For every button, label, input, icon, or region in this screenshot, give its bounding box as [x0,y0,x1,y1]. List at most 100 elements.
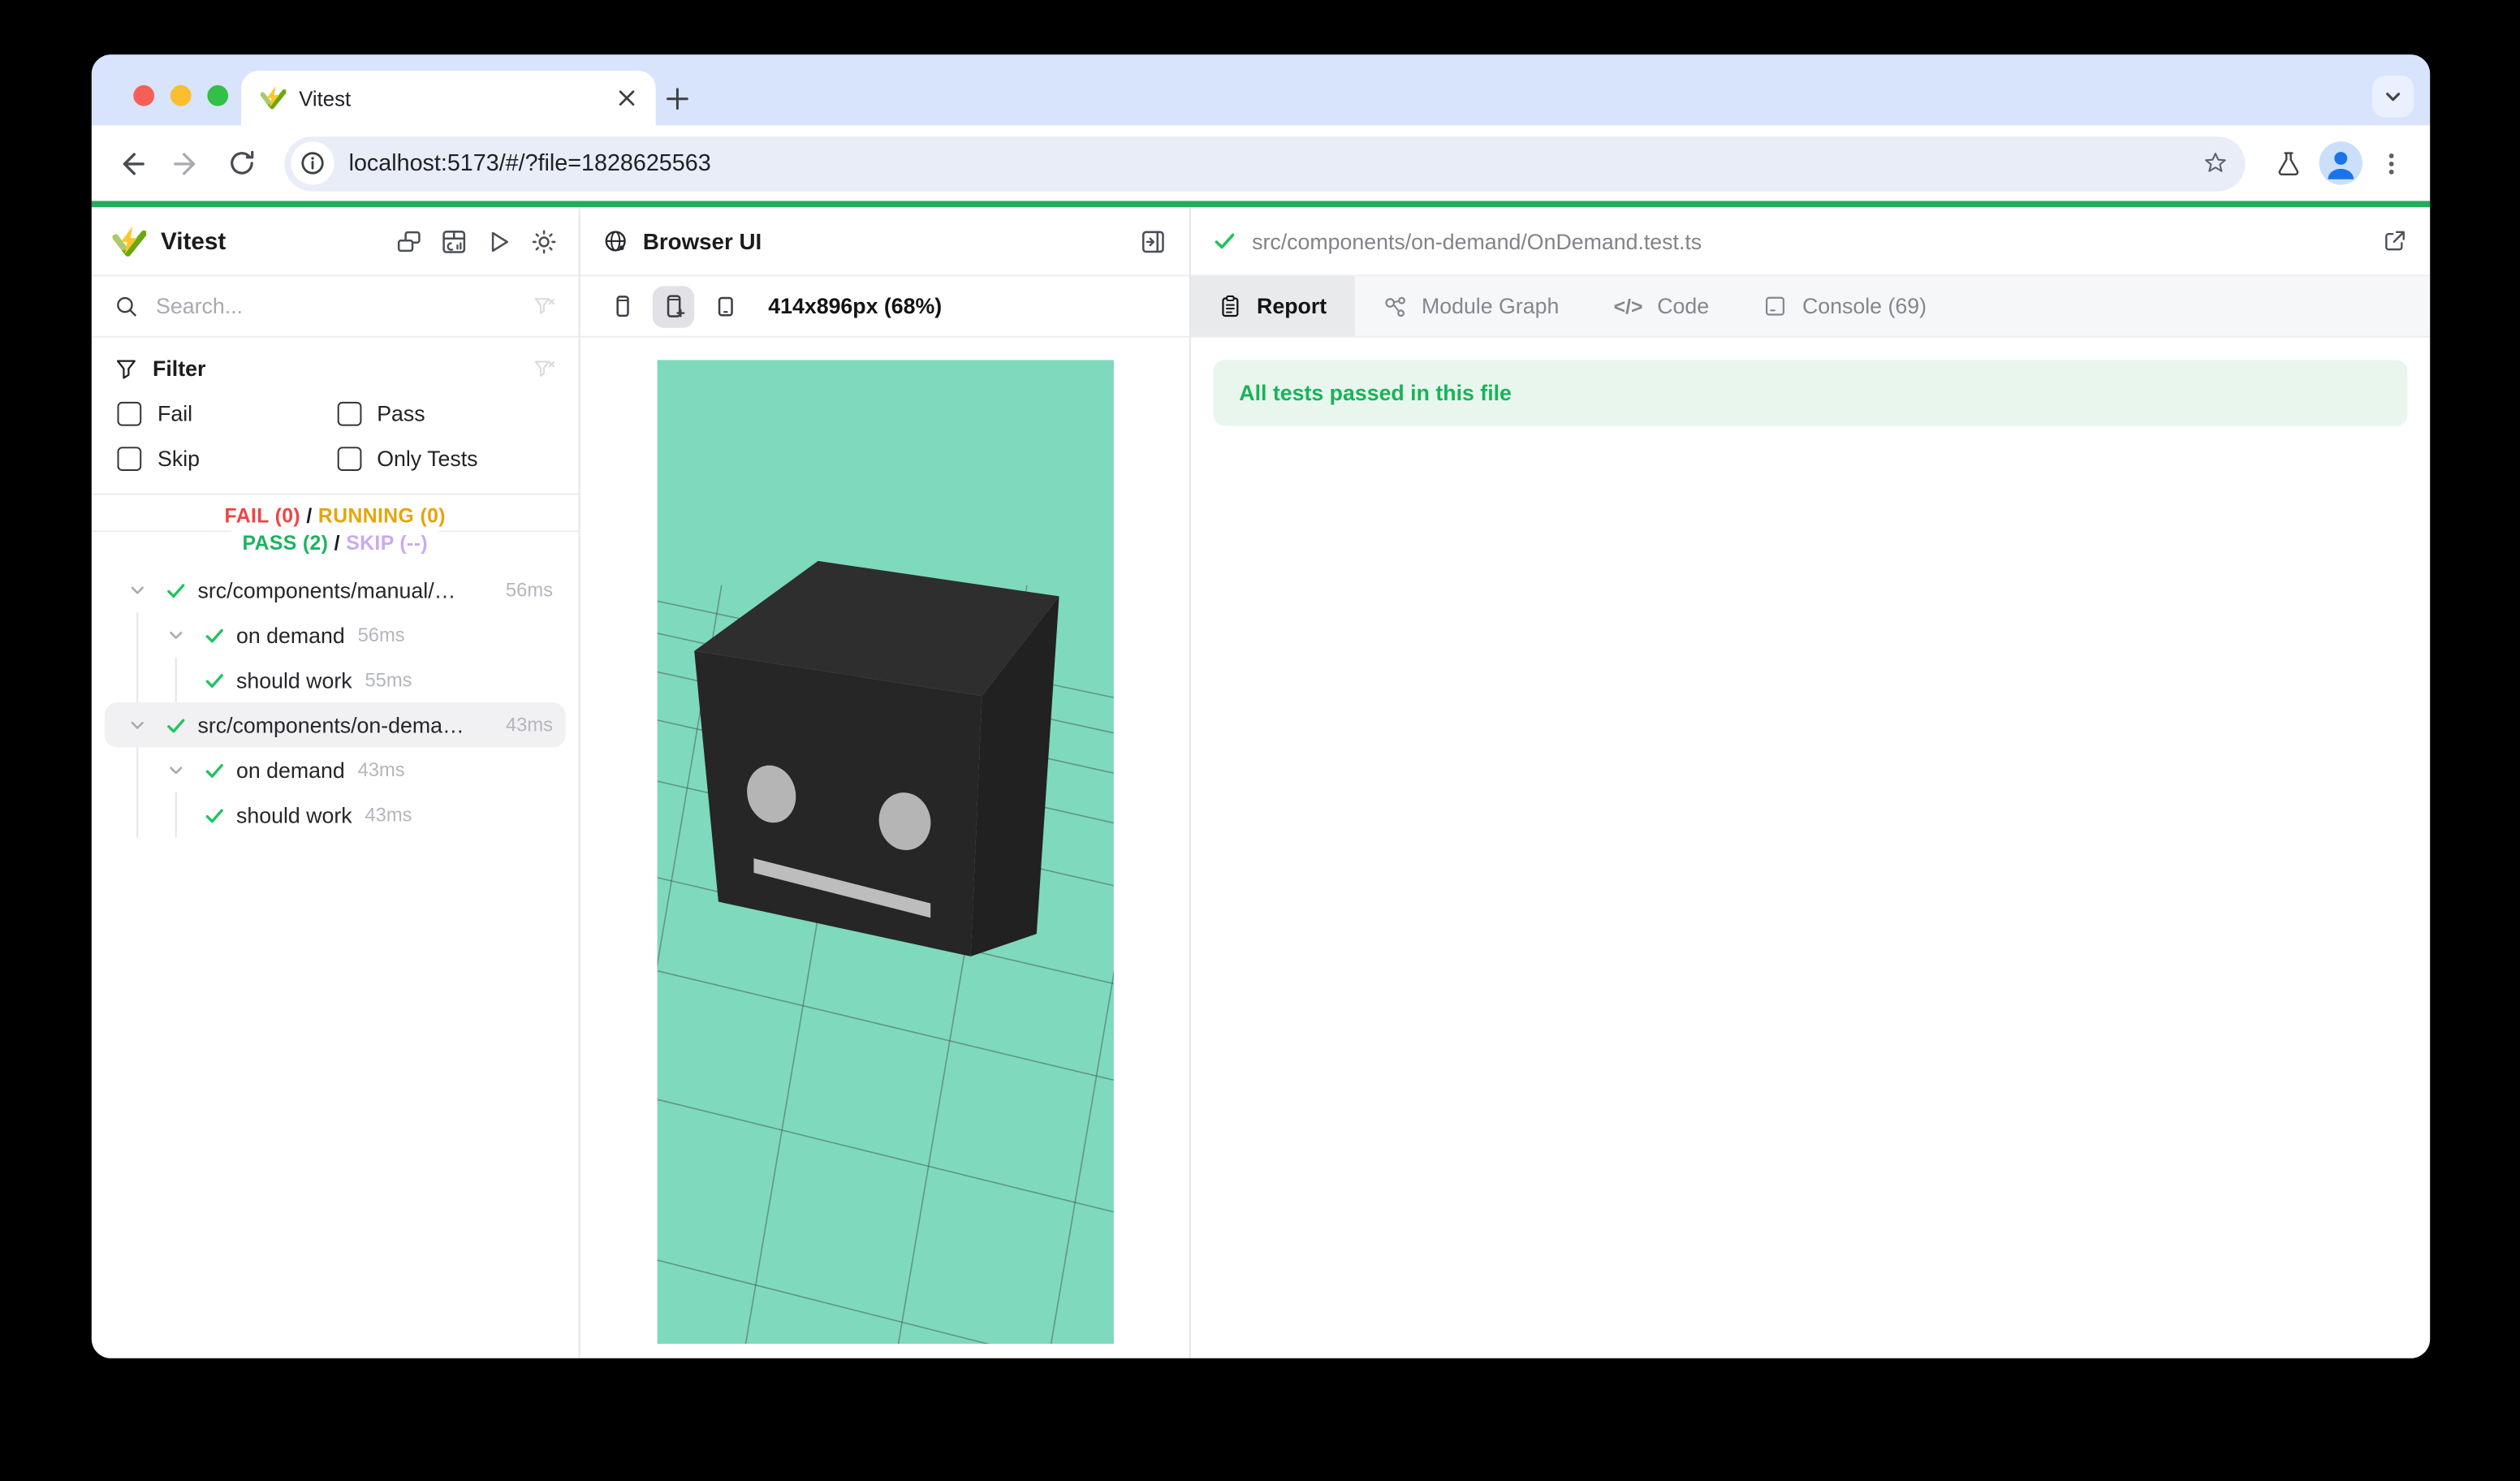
device-toolbar: 414x896px (68%) [580,276,1189,337]
preview-title: Browser UI [643,228,1125,254]
preview-body [580,338,1189,1358]
sidebar-header: Vitest [92,207,579,276]
pass-check-icon [195,792,234,837]
indent-guide [175,658,176,702]
windows-cascade-icon[interactable] [395,227,423,255]
code-icon: </> [1614,295,1643,317]
profile-avatar[interactable] [2319,141,2362,184]
pass-check-icon [1214,230,1236,253]
browser-window: Vitest [92,54,2430,1358]
url-bar[interactable]: localhost:5173/#/?file=1828625563 [284,136,2245,190]
viewport-size-label: 414x896px (68%) [768,294,942,318]
filter-title: Filter [153,356,205,381]
tested-app-canvas[interactable] [657,360,1113,1344]
pass-check-icon [195,748,234,792]
browser-preview-panel: Browser UI 414x896px (68%) [580,207,1191,1358]
filter-options: Fail Pass Skip Only Tests [114,402,556,471]
tab-title: Vitest [299,86,604,110]
filter-checkbox-only-tests[interactable]: Only Tests [337,447,556,471]
tree-row-suite[interactable]: on demand 56ms [105,612,566,657]
checkbox-icon[interactable] [337,447,361,471]
theme-sun-icon[interactable] [530,227,558,255]
clipboard-icon [1219,294,1243,318]
pass-check-icon [156,702,195,747]
device-tablet-button[interactable] [704,285,745,326]
clear-filter-icon[interactable] [532,356,556,381]
search-input[interactable] [153,292,517,320]
summary-line-1: FAIL (0) / RUNNING (0) [214,503,457,531]
device-phone-plus-button[interactable] [653,285,694,326]
bookmark-star-icon[interactable] [2192,140,2237,185]
site-info-icon[interactable] [291,141,334,184]
checkbox-icon[interactable] [118,402,142,426]
funnel-icon [114,356,139,381]
run-all-play-icon[interactable] [485,227,513,255]
preview-header: Browser UI [580,207,1189,276]
tab-code[interactable]: </> Code [1586,276,1737,335]
indent-guide [175,792,176,837]
chevron-down-icon[interactable] [118,568,157,612]
sidebar: Vitest [92,207,580,1358]
pass-check-icon [156,568,195,612]
summary-line-2: PASS (2) / SKIP (--) [231,530,439,558]
module-graph-icon [1381,293,1407,319]
page-accent-bar [92,201,2430,207]
results-panel: src/components/on-demand/OnDemand.test.t… [1191,207,2430,1358]
tree-row-suite[interactable]: on demand 43ms [105,748,566,792]
indent-guide [136,748,137,792]
filter-section: Filter Fail Pass Skip Only Tests [92,338,579,495]
chevron-down-icon[interactable] [156,748,195,792]
test-tree: src/components/manual/… 56ms on demand 5… [92,558,579,1358]
search-row [92,276,579,337]
filter-checkbox-fail[interactable]: Fail [118,402,337,426]
screen: Vitest [0,0,2520,1480]
tab-report[interactable]: Report [1191,276,1354,335]
console-icon [1763,294,1788,318]
forward-icon[interactable] [162,139,210,187]
open-external-icon[interactable] [2382,228,2408,254]
tab-module-graph[interactable]: Module Graph [1354,276,1586,335]
threejs-scene [657,360,1113,1344]
tab-strip: Vitest [92,54,2430,125]
tree-row-test[interactable]: should work 43ms [105,792,566,837]
back-icon[interactable] [108,139,156,187]
close-window-button[interactable] [133,85,154,106]
checkbox-icon[interactable] [118,447,142,471]
tab-close-icon[interactable] [617,89,636,108]
browser-toolbar: localhost:5173/#/?file=1828625563 [92,125,2430,201]
toolbar-right [2264,141,2414,184]
tree-row-file-selected[interactable]: src/components/on-dema… 43ms [105,702,566,747]
app-title: Vitest [161,227,226,255]
chevron-down-icon[interactable] [118,702,157,747]
filter-checkbox-skip[interactable]: Skip [118,447,337,471]
tree-row-file[interactable]: src/components/manual/… 56ms [105,568,566,612]
vitest-favicon [261,85,287,111]
new-tab-button[interactable] [649,71,704,125]
search-icon [114,294,139,318]
filter-checkbox-pass[interactable]: Pass [337,402,556,426]
tab-search-chevron-button[interactable] [2372,76,2414,117]
test-summary: FAIL (0) / RUNNING (0) PASS (2) / SKIP (… [92,495,579,558]
reload-icon[interactable] [217,139,265,187]
indent-guide [136,612,137,657]
tree-row-test[interactable]: should work 55ms [105,658,566,702]
pass-check-icon [195,612,234,657]
checkbox-icon[interactable] [337,402,361,426]
clear-search-filter-icon[interactable] [532,294,556,318]
minimize-window-button[interactable] [170,85,192,106]
vitest-ui: Vitest [92,207,2430,1358]
tab-console[interactable]: Console (69) [1737,276,1954,335]
all-tests-passed-banner: All tests passed in this file [1214,360,2408,425]
experiments-flask-icon[interactable] [2274,149,2303,178]
zoom-window-button[interactable] [207,85,228,106]
robot-cube [693,561,1058,956]
dock-panel-right-icon[interactable] [1140,227,1167,255]
device-phone-small-button[interactable] [601,285,642,326]
browser-menu-icon[interactable] [2379,150,2405,176]
browser-tab[interactable]: Vitest [241,71,656,125]
dashboard-icon[interactable] [440,227,468,255]
chevron-down-icon[interactable] [156,612,195,657]
results-header: src/components/on-demand/OnDemand.test.t… [1191,207,2430,276]
url-text[interactable]: localhost:5173/#/?file=1828625563 [349,150,2178,176]
indent-guide [136,792,137,837]
